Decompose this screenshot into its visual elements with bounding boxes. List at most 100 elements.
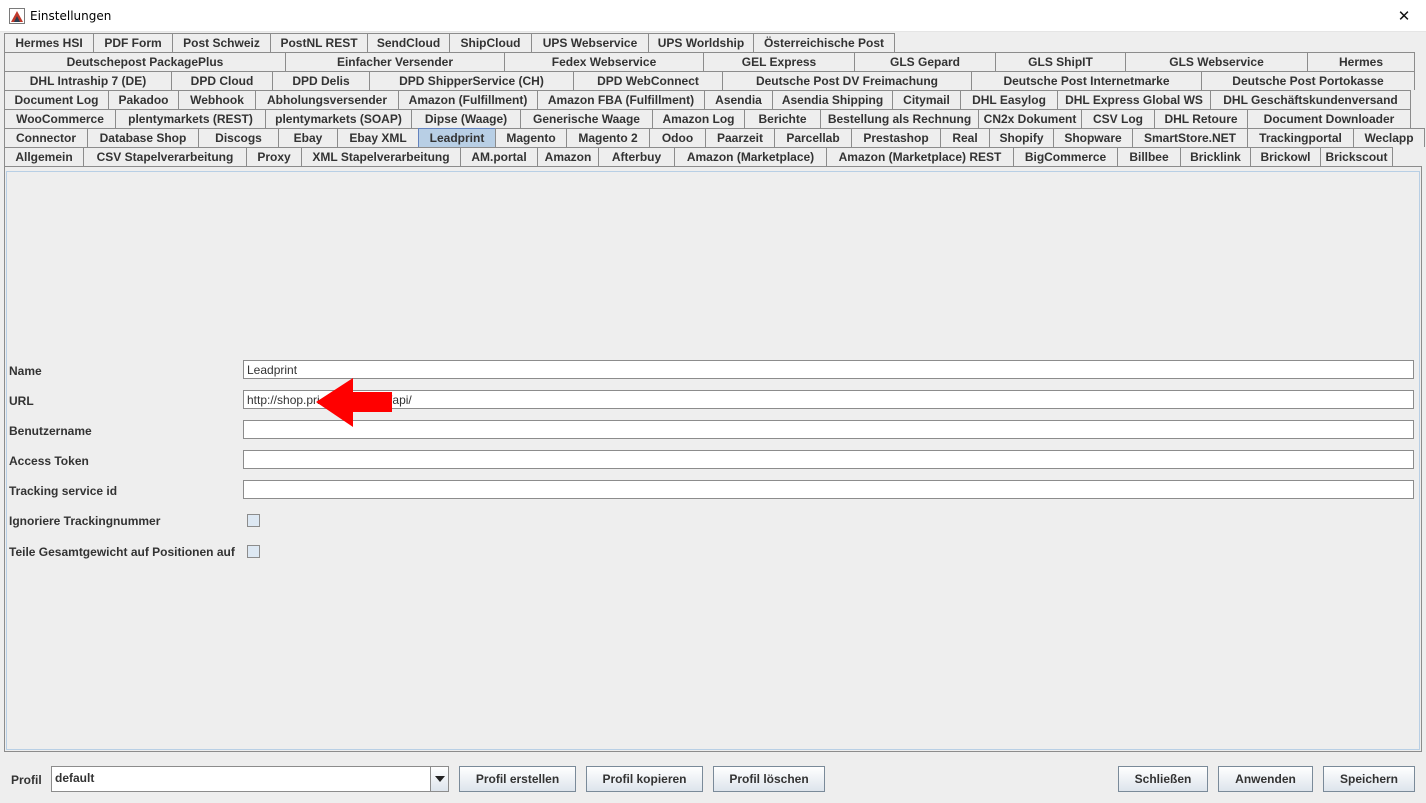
tab-dipse-waage[interactable]: Dipse (Waage)	[411, 109, 521, 128]
tab-shopware[interactable]: Shopware	[1053, 128, 1133, 147]
name-label: Name	[9, 364, 42, 378]
tab-smartstore-net[interactable]: SmartStore.NET	[1132, 128, 1248, 147]
url-field[interactable]	[243, 390, 1414, 409]
tab-generische-waage[interactable]: Generische Waage	[520, 109, 653, 128]
tab-dpd-webconnect[interactable]: DPD WebConnect	[573, 71, 723, 90]
tracking-service-id-field[interactable]	[243, 480, 1414, 499]
tab-hermes-hsi[interactable]: Hermes HSI	[4, 33, 94, 52]
tab-dpd-cloud[interactable]: DPD Cloud	[171, 71, 273, 90]
tab-pdf-form[interactable]: PDF Form	[93, 33, 173, 52]
tab-ebay[interactable]: Ebay	[278, 128, 338, 147]
tab-amazon-log[interactable]: Amazon Log	[652, 109, 745, 128]
tab-shopify[interactable]: Shopify	[989, 128, 1054, 147]
tab-amazon-fulfillment[interactable]: Amazon (Fulfillment)	[398, 90, 538, 109]
tab-trackingportal[interactable]: Trackingportal	[1247, 128, 1354, 147]
tab-gel-express[interactable]: GEL Express	[703, 52, 855, 71]
tab-hermes[interactable]: Hermes	[1307, 52, 1415, 71]
tab-xml-stapelverarbeitung[interactable]: XML Stapelverarbeitung	[301, 147, 461, 166]
tab-proxy[interactable]: Proxy	[246, 147, 302, 166]
tab-dpd-shipperservice-ch[interactable]: DPD ShipperService (CH)	[369, 71, 574, 90]
tab-amazon-marketplace-rest[interactable]: Amazon (Marketplace) REST	[826, 147, 1014, 166]
name-field[interactable]	[243, 360, 1414, 379]
tab-prestashop[interactable]: Prestashop	[851, 128, 941, 147]
split-weight-checkbox[interactable]	[247, 545, 260, 558]
close-icon: ✕	[1397, 6, 1411, 25]
tab-csv-stapelverarbeitung[interactable]: CSV Stapelverarbeitung	[83, 147, 247, 166]
tab-leadprint[interactable]: Leadprint	[418, 128, 496, 147]
ignore-tracking-checkbox[interactable]	[247, 514, 260, 527]
tab-amazon-fba-fulfillment[interactable]: Amazon FBA (Fulfillment)	[537, 90, 705, 109]
tab-postnl-rest[interactable]: PostNL REST	[270, 33, 368, 52]
access-token-field[interactable]	[243, 450, 1414, 469]
profile-select[interactable]: default	[51, 766, 449, 792]
tab-brickscout[interactable]: Brickscout	[1320, 147, 1393, 166]
tab-afterbuy[interactable]: Afterbuy	[598, 147, 675, 166]
tab-bricklink[interactable]: Bricklink	[1180, 147, 1251, 166]
tab-ebay-xml[interactable]: Ebay XML	[337, 128, 419, 147]
tab-gls-shipit[interactable]: GLS ShipIT	[995, 52, 1126, 71]
tab-einfacher-versender[interactable]: Einfacher Versender	[285, 52, 505, 71]
delete-profile-button[interactable]: Profil löschen	[713, 766, 825, 792]
tab-fedex-webservice[interactable]: Fedex Webservice	[504, 52, 704, 71]
close-button[interactable]: Schließen	[1118, 766, 1208, 792]
tab-odoo[interactable]: Odoo	[649, 128, 706, 147]
tab-amazon-marketplace[interactable]: Amazon (Marketplace)	[674, 147, 827, 166]
tab-ups-worldship[interactable]: UPS Worldship	[648, 33, 754, 52]
tab-csv-log[interactable]: CSV Log	[1081, 109, 1155, 128]
tab-sendcloud[interactable]: SendCloud	[367, 33, 450, 52]
tab-deutsche-post-dv-freimachung[interactable]: Deutsche Post DV Freimachung	[722, 71, 972, 90]
tab-dhl-retoure[interactable]: DHL Retoure	[1154, 109, 1248, 128]
tab-ups-webservice[interactable]: UPS Webservice	[531, 33, 649, 52]
tab-asendia[interactable]: Asendia	[704, 90, 773, 109]
tab-gls-webservice[interactable]: GLS Webservice	[1125, 52, 1308, 71]
tab-abholungsversender[interactable]: Abholungsversender	[255, 90, 399, 109]
tab-gls-gepard[interactable]: GLS Gepard	[854, 52, 996, 71]
tab-shipcloud[interactable]: ShipCloud	[449, 33, 532, 52]
tab-connector[interactable]: Connector	[4, 128, 88, 147]
tab-magento[interactable]: Magento	[495, 128, 567, 147]
tab-billbee[interactable]: Billbee	[1117, 147, 1181, 166]
tab-document-log[interactable]: Document Log	[4, 90, 109, 109]
tab-webhook[interactable]: Webhook	[178, 90, 256, 109]
tab-österreichische-post[interactable]: Österreichische Post	[753, 33, 895, 52]
tab-plentymarkets-soap[interactable]: plentymarkets (SOAP)	[265, 109, 412, 128]
tab-bestellung-als-rechnung[interactable]: Bestellung als Rechnung	[820, 109, 979, 128]
tab-database-shop[interactable]: Database Shop	[87, 128, 199, 147]
tab-paarzeit[interactable]: Paarzeit	[705, 128, 775, 147]
tab-deutschepost-packageplus[interactable]: Deutschepost PackagePlus	[4, 52, 286, 71]
tab-woocommerce[interactable]: WooCommerce	[4, 109, 116, 128]
tab-asendia-shipping[interactable]: Asendia Shipping	[772, 90, 893, 109]
tab-parcellab[interactable]: Parcellab	[774, 128, 852, 147]
tracking-service-id-label: Tracking service id	[9, 484, 118, 498]
tab-cn2x-dokument[interactable]: CN2x Dokument	[978, 109, 1082, 128]
tab-dhl-geschäftskundenversand[interactable]: DHL Geschäftskundenversand	[1210, 90, 1411, 109]
tab-deutsche-post-internetmarke[interactable]: Deutsche Post Internetmarke	[971, 71, 1202, 90]
tab-plentymarkets-rest[interactable]: plentymarkets (REST)	[115, 109, 266, 128]
tab-dhl-intraship-7-de[interactable]: DHL Intraship 7 (DE)	[4, 71, 172, 90]
tab-weclapp[interactable]: Weclapp	[1353, 128, 1425, 147]
create-profile-button[interactable]: Profil erstellen	[459, 766, 576, 792]
tab-discogs[interactable]: Discogs	[198, 128, 279, 147]
tab-dpd-delis[interactable]: DPD Delis	[272, 71, 370, 90]
save-button[interactable]: Speichern	[1323, 766, 1415, 792]
tab-brickowl[interactable]: Brickowl	[1250, 147, 1321, 166]
tab-am-portal[interactable]: AM.portal	[460, 147, 538, 166]
close-window-button[interactable]: ✕	[1382, 0, 1426, 31]
tab-pakadoo[interactable]: Pakadoo	[108, 90, 179, 109]
username-field[interactable]	[243, 420, 1414, 439]
tab-berichte[interactable]: Berichte	[744, 109, 821, 128]
copy-profile-button[interactable]: Profil kopieren	[586, 766, 703, 792]
tab-amazon[interactable]: Amazon	[537, 147, 599, 166]
profile-dropdown-button[interactable]	[430, 767, 448, 791]
tab-document-downloader[interactable]: Document Downloader	[1247, 109, 1411, 128]
tab-dhl-easylog[interactable]: DHL Easylog	[960, 90, 1058, 109]
apply-button[interactable]: Anwenden	[1218, 766, 1313, 792]
tab-allgemein[interactable]: Allgemein	[4, 147, 84, 166]
tab-deutsche-post-portokasse[interactable]: Deutsche Post Portokasse	[1201, 71, 1415, 90]
tab-post-schweiz[interactable]: Post Schweiz	[172, 33, 271, 52]
tab-magento-2[interactable]: Magento 2	[566, 128, 650, 147]
tab-dhl-express-global-ws[interactable]: DHL Express Global WS	[1057, 90, 1211, 109]
tab-citymail[interactable]: Citymail	[892, 90, 961, 109]
tab-bigcommerce[interactable]: BigCommerce	[1013, 147, 1118, 166]
tab-real[interactable]: Real	[940, 128, 990, 147]
